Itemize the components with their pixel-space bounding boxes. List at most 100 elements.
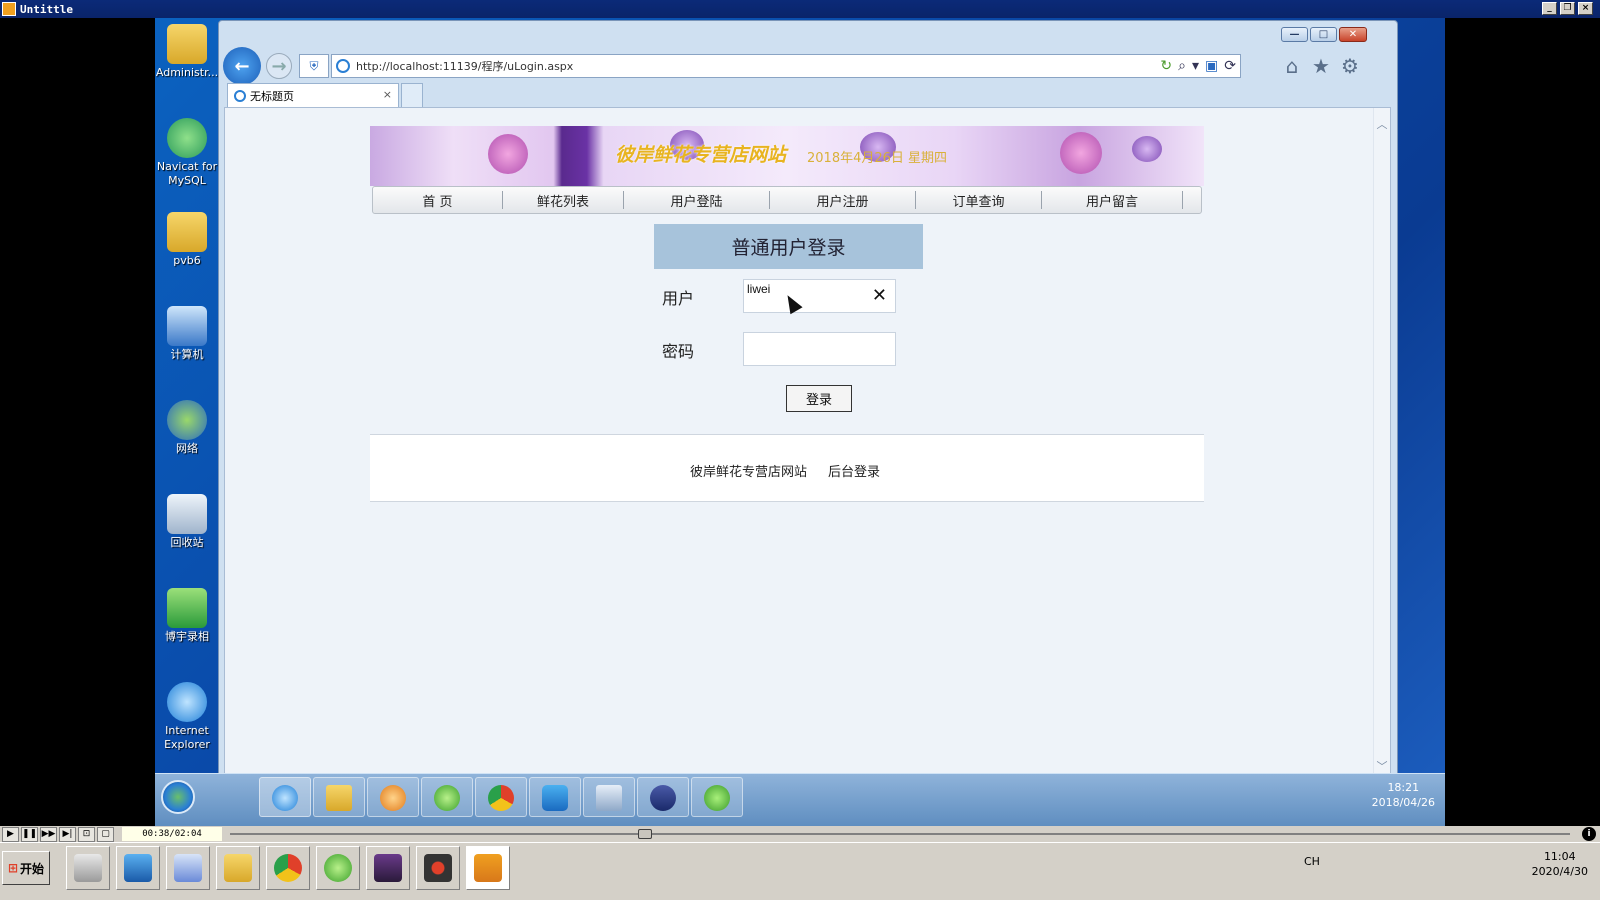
- butterfly-decoration: [1132, 136, 1162, 162]
- desktop-icon-navicat[interactable]: Navicat for MySQL: [155, 118, 219, 188]
- desktop-icon-internet-explorer[interactable]: Internet Explorer: [155, 682, 219, 752]
- nav-user-message[interactable]: 用户留言: [1042, 191, 1183, 210]
- host-taskbar-explorer[interactable]: [216, 846, 260, 890]
- browser-window: — □ ✕ ← → ⛨ http://localhost:11139/程序/uL…: [218, 20, 1398, 786]
- vm-taskbar-clover[interactable]: [691, 777, 743, 817]
- desktop-icon-computer[interactable]: 计算机: [155, 306, 219, 362]
- step-forward-icon[interactable]: ▶|: [59, 826, 76, 842]
- player-app-icon: [2, 2, 16, 16]
- vm-date: 2018/04/26: [1371, 796, 1435, 809]
- host-taskbar-recorder[interactable]: [416, 846, 460, 890]
- address-bar[interactable]: http://localhost:11139/程序/uLogin.aspx ↻ …: [331, 54, 1241, 78]
- nav-order-query[interactable]: 订单查询: [916, 191, 1042, 210]
- ide-icon: [374, 854, 402, 882]
- recycle-bin-icon: [167, 494, 207, 534]
- media-player-icon: [380, 785, 406, 811]
- vm-taskbar-ie[interactable]: [259, 777, 311, 817]
- player-controls: ▶ ❚❚ ▶▶ ▶| ⊡ ▢ 00:38/02:04 i: [0, 826, 1600, 842]
- ie-page-icon: [234, 89, 246, 102]
- footer-admin-login-link[interactable]: 后台登录: [828, 461, 880, 480]
- password-input[interactable]: [743, 332, 896, 366]
- close-button[interactable]: ×: [1578, 2, 1593, 15]
- address-tools: ↻ ⌕ ▾ ▣ ⟳: [1160, 58, 1236, 74]
- forward-arrow-icon: →: [271, 55, 287, 77]
- host-start-button[interactable]: ⊞ 开始: [2, 851, 50, 885]
- restore-button[interactable]: ❐: [1560, 2, 1575, 15]
- pause-icon[interactable]: ❚❚: [21, 826, 38, 842]
- vm-taskbar-media-player[interactable]: [367, 777, 419, 817]
- vm-taskbar-tools[interactable]: [583, 777, 635, 817]
- info-icon[interactable]: i: [1582, 827, 1596, 841]
- host-taskbar: ⊞ 开始 CH 11:04 2020/4/30: [0, 842, 1600, 900]
- new-tab-button[interactable]: [401, 83, 423, 107]
- input-language[interactable]: CH: [1304, 855, 1320, 868]
- scroll-up-icon[interactable]: ︿: [1374, 116, 1390, 132]
- vertical-scrollbar[interactable]: ︿ ﹀: [1373, 108, 1390, 780]
- teamviewer-icon: [542, 785, 568, 811]
- refresh-compat-icon[interactable]: ↻: [1160, 58, 1172, 74]
- desktop-icon-recorder[interactable]: 博宇录相: [155, 588, 219, 644]
- vm-taskbar-explorer[interactable]: [313, 777, 365, 817]
- forward-button[interactable]: →: [266, 53, 292, 79]
- desktop-icon-administrator[interactable]: Administr...: [155, 24, 219, 80]
- recorder-icon: [167, 588, 207, 628]
- nav-home[interactable]: 首 页: [373, 191, 503, 210]
- settings-gear-icon[interactable]: ⚙: [1339, 55, 1361, 77]
- progress-track[interactable]: [230, 829, 1570, 839]
- vm-taskbar-chrome[interactable]: [475, 777, 527, 817]
- play-icon[interactable]: ▶: [2, 826, 19, 842]
- scroll-down-icon[interactable]: ﹀: [1374, 758, 1390, 774]
- host-taskbar-chrome[interactable]: [266, 846, 310, 890]
- minimize-button[interactable]: _: [1542, 2, 1557, 15]
- clear-input-icon[interactable]: ✕: [872, 285, 887, 306]
- nav-user-register[interactable]: 用户注册: [770, 191, 916, 210]
- nav-flower-list[interactable]: 鲜花列表: [503, 191, 624, 210]
- vm-clock[interactable]: 18:21 2018/04/26: [1372, 780, 1435, 810]
- page-footer: 彼岸鲜花专营店网站 后台登录: [370, 434, 1204, 502]
- host-taskbar-bird[interactable]: [166, 846, 210, 890]
- dropdown-icon[interactable]: ▾: [1192, 58, 1199, 74]
- vm-taskbar-browser[interactable]: [421, 777, 473, 817]
- host-taskbar-powershell[interactable]: [116, 846, 160, 890]
- home-icon[interactable]: ⌂: [1281, 55, 1303, 77]
- desktop-icon-network[interactable]: 网络: [155, 400, 219, 456]
- browser-close-button[interactable]: ✕: [1339, 27, 1367, 42]
- host-taskbar-pc[interactable]: [66, 846, 110, 890]
- tab-active[interactable]: 无标题页 ×: [227, 83, 399, 107]
- chrome-icon: [488, 785, 514, 811]
- host-clock[interactable]: 11:04 2020/4/30: [1532, 849, 1588, 879]
- host-taskbar-javaee-ide[interactable]: [366, 846, 410, 890]
- password-label: 密码: [662, 342, 695, 361]
- rss-icon[interactable]: ▣: [1205, 58, 1218, 74]
- host-date: 2020/4/30: [1531, 865, 1588, 878]
- fast-forward-icon[interactable]: ▶▶: [40, 826, 57, 842]
- reload-icon[interactable]: ⟳: [1224, 58, 1236, 74]
- clover-icon: [704, 785, 730, 811]
- player-title-bar: Untittle _ ❐ ×: [0, 0, 1600, 18]
- address-url: http://localhost:11139/程序/uLogin.aspx: [356, 60, 574, 73]
- back-button[interactable]: ←: [223, 47, 261, 85]
- banner-site-title: 彼岸鲜花专营店网站: [615, 144, 787, 166]
- fullscreen-icon[interactable]: ▢: [97, 826, 114, 842]
- desktop-icon-pvb6[interactable]: pvb6: [155, 212, 219, 268]
- username-input[interactable]: liwei ✕: [743, 279, 896, 313]
- login-button[interactable]: 登录: [786, 385, 852, 412]
- favorites-star-icon[interactable]: ★: [1310, 55, 1332, 77]
- footer-site-name: 彼岸鲜花专营店网站: [690, 465, 808, 480]
- infinity-icon: [650, 785, 676, 811]
- compatibility-view-button[interactable]: ⛨: [299, 54, 329, 78]
- fit-screen-icon[interactable]: ⊡: [78, 826, 95, 842]
- vm-taskbar-infinity[interactable]: [637, 777, 689, 817]
- browser-maximize-button[interactable]: □: [1310, 27, 1337, 42]
- main-nav: 首 页 鲜花列表 用户登陆 用户注册 订单查询 用户留言: [372, 186, 1202, 214]
- nav-user-login[interactable]: 用户登陆: [624, 191, 770, 210]
- desktop-icon-recycle-bin[interactable]: 回收站: [155, 494, 219, 550]
- host-taskbar-green-browser[interactable]: [316, 846, 360, 890]
- browser-minimize-button[interactable]: —: [1281, 27, 1308, 42]
- tab-close-icon[interactable]: ×: [383, 88, 392, 101]
- search-icon[interactable]: ⌕: [1178, 58, 1186, 74]
- vm-start-button[interactable]: [161, 780, 195, 814]
- host-taskbar-player[interactable]: [466, 846, 510, 890]
- vm-taskbar-teamviewer[interactable]: [529, 777, 581, 817]
- progress-thumb[interactable]: [638, 829, 653, 839]
